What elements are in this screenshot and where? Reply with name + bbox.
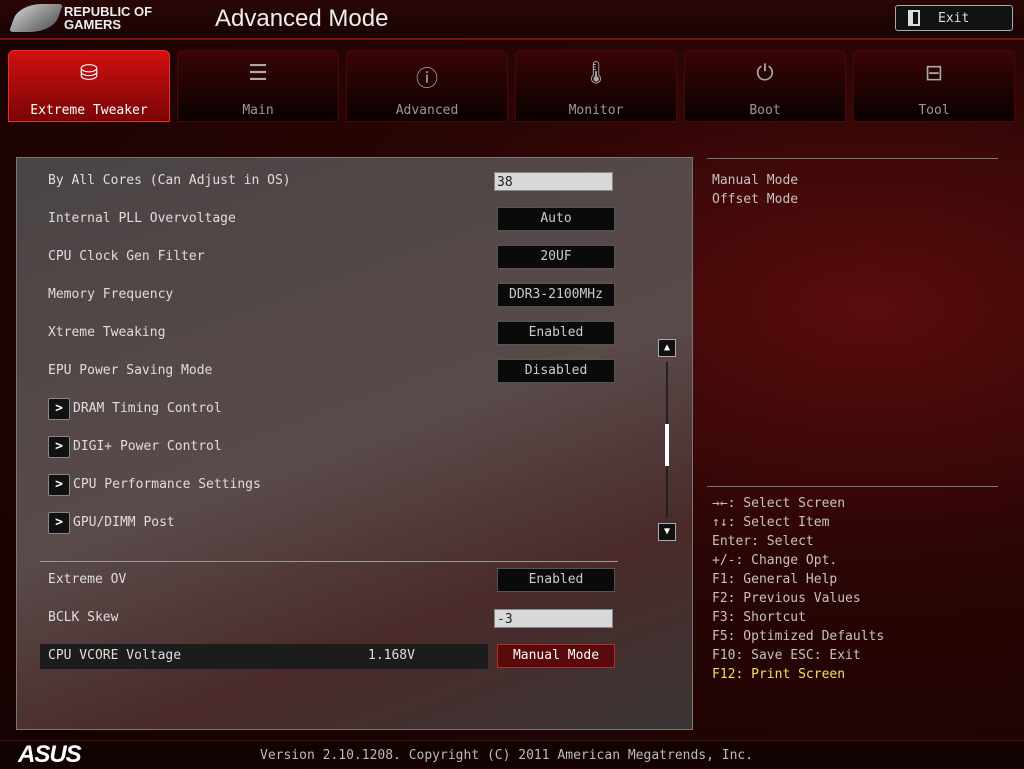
exit-button[interactable]: Exit [895, 5, 1013, 31]
key-hint: F1: General Help [712, 572, 838, 587]
setting-label: Memory Frequency [48, 284, 173, 306]
setting-name: Extreme OV [48, 572, 127, 587]
chevron-right-icon: > [48, 398, 70, 420]
chevron-right-icon: > [48, 436, 70, 458]
tab-main[interactable]: ☰ Main [177, 50, 339, 122]
value-select[interactable]: Enabled [497, 568, 615, 592]
key-hint: F2: Previous Values [712, 591, 861, 606]
submenu-item[interactable]: > GPU/DIMM Post [48, 512, 175, 534]
scroll-down-arrow-icon[interactable]: ▼ [658, 523, 676, 541]
key-legend: →←: Select Screen ↑↓: Select Item Enter: S… [712, 494, 884, 684]
setting-name: Xtreme Tweaking [48, 325, 166, 340]
tab-label: Monitor [568, 103, 624, 118]
setting-label: CPU VCORE Voltage [48, 645, 181, 667]
key-hint: F3: Shortcut [712, 610, 806, 625]
value-select[interactable]: DDR3-2100MHz [497, 283, 615, 307]
logo-line2: GAMERS [64, 17, 122, 32]
setting-label: BCLK Skew [48, 607, 118, 629]
help-options: Manual Mode Offset Mode [712, 171, 798, 209]
value-select[interactable]: Enabled [497, 321, 615, 345]
submenu-item[interactable]: > DRAM Timing Control [48, 398, 222, 420]
key-hint: →←: Select Screen [712, 496, 846, 511]
tab-monitor[interactable]: 🌡 Monitor [515, 50, 677, 122]
tab-advanced[interactable]: ⓘ Advanced [346, 50, 508, 122]
key-hint: F10: Save ESC: Exit [712, 648, 861, 663]
key-hint: F5: Optimized Defaults [712, 629, 885, 644]
page-title: Advanced Mode [215, 5, 389, 32]
divider [40, 561, 618, 562]
value-select[interactable]: Manual Mode [497, 644, 615, 668]
setting-label: Internal PLL Overvoltage [48, 208, 236, 230]
tab-label: Advanced [395, 103, 459, 118]
tab-label: Extreme Tweaker [30, 103, 148, 118]
setting-label: By All Cores (Can Adjust in OS) [48, 170, 291, 192]
setting-label: CPU Clock Gen Filter [48, 246, 205, 268]
help-option: Offset Mode [712, 192, 799, 207]
value-select[interactable]: Auto [497, 207, 615, 231]
tab-tool[interactable]: ⊟ Tool [853, 50, 1015, 122]
key-hint: Enter: Select [712, 534, 814, 549]
setting-label: Xtreme Tweaking [48, 322, 165, 344]
value-input[interactable]: 38 [494, 172, 613, 191]
setting-label: EPU Power Saving Mode [48, 360, 212, 382]
tab-label: Tool [918, 103, 950, 118]
setting-name: CPU Clock Gen Filter [48, 249, 205, 264]
setting-name: BCLK Skew [48, 610, 119, 625]
setting-name: CPU VCORE Voltage [48, 648, 182, 663]
version-text: Version 2.10.1208. Copyright (C) 2011 Am… [260, 748, 754, 763]
scrollbar-thumb[interactable] [665, 424, 669, 466]
setting-name: DIGI+ Power Control [73, 439, 222, 454]
setting-name: EPU Power Saving Mode [48, 363, 213, 378]
rog-logo: REPUBLIC OF GAMERS [8, 4, 152, 32]
key-hint: ↑↓: Select Item [712, 515, 830, 530]
thermometer-icon: 🌡 [582, 61, 610, 86]
help-divider [707, 486, 998, 487]
help-option: Manual Mode [712, 173, 799, 188]
tab-label: Main [242, 103, 274, 118]
value-select[interactable]: Disabled [497, 359, 615, 383]
chevron-right-icon: > [48, 474, 70, 496]
setting-name: DRAM Timing Control [73, 401, 222, 416]
asus-logo: ASUS [18, 741, 82, 768]
setting-name: Memory Frequency [48, 287, 174, 302]
value-input[interactable]: -3 [494, 609, 613, 628]
tab-boot[interactable]: ⏻ Boot [684, 50, 846, 122]
submenu-item[interactable]: > DIGI+ Power Control [48, 436, 222, 458]
setting-name: Internal PLL Overvoltage [48, 211, 236, 226]
list-icon: ☰ [248, 61, 268, 86]
tweaker-icon: ⛁ [79, 61, 99, 86]
setting-name: GPU/DIMM Post [73, 515, 175, 530]
scroll-up-arrow-icon[interactable]: ▲ [658, 339, 676, 357]
key-hint: F12: Print Screen [712, 667, 846, 682]
exit-label: Exit [938, 10, 970, 26]
toolbox-icon: ⊟ [924, 61, 944, 86]
setting-name: CPU Performance Settings [73, 477, 261, 492]
exit-door-icon [908, 10, 920, 26]
submenu-item[interactable]: > CPU Performance Settings [48, 474, 261, 496]
rog-eye-icon [8, 4, 64, 32]
chevron-right-icon: > [48, 512, 70, 534]
key-hint: +/-: Change Opt. [712, 553, 838, 568]
tab-label: Boot [749, 103, 781, 118]
setting-name: By All Cores (Can Adjust in OS) [48, 173, 291, 188]
tab-extreme-tweaker[interactable]: ⛁ Extreme Tweaker [8, 50, 170, 122]
header-bar [0, 0, 1024, 40]
power-icon: ⏻ [756, 61, 774, 86]
setting-label: Extreme OV [48, 569, 126, 591]
voltage-reading: 1.168V [368, 648, 415, 663]
value-select[interactable]: 20UF [497, 245, 615, 269]
help-divider-top [707, 158, 998, 159]
advanced-info-icon: ⓘ [415, 67, 438, 92]
